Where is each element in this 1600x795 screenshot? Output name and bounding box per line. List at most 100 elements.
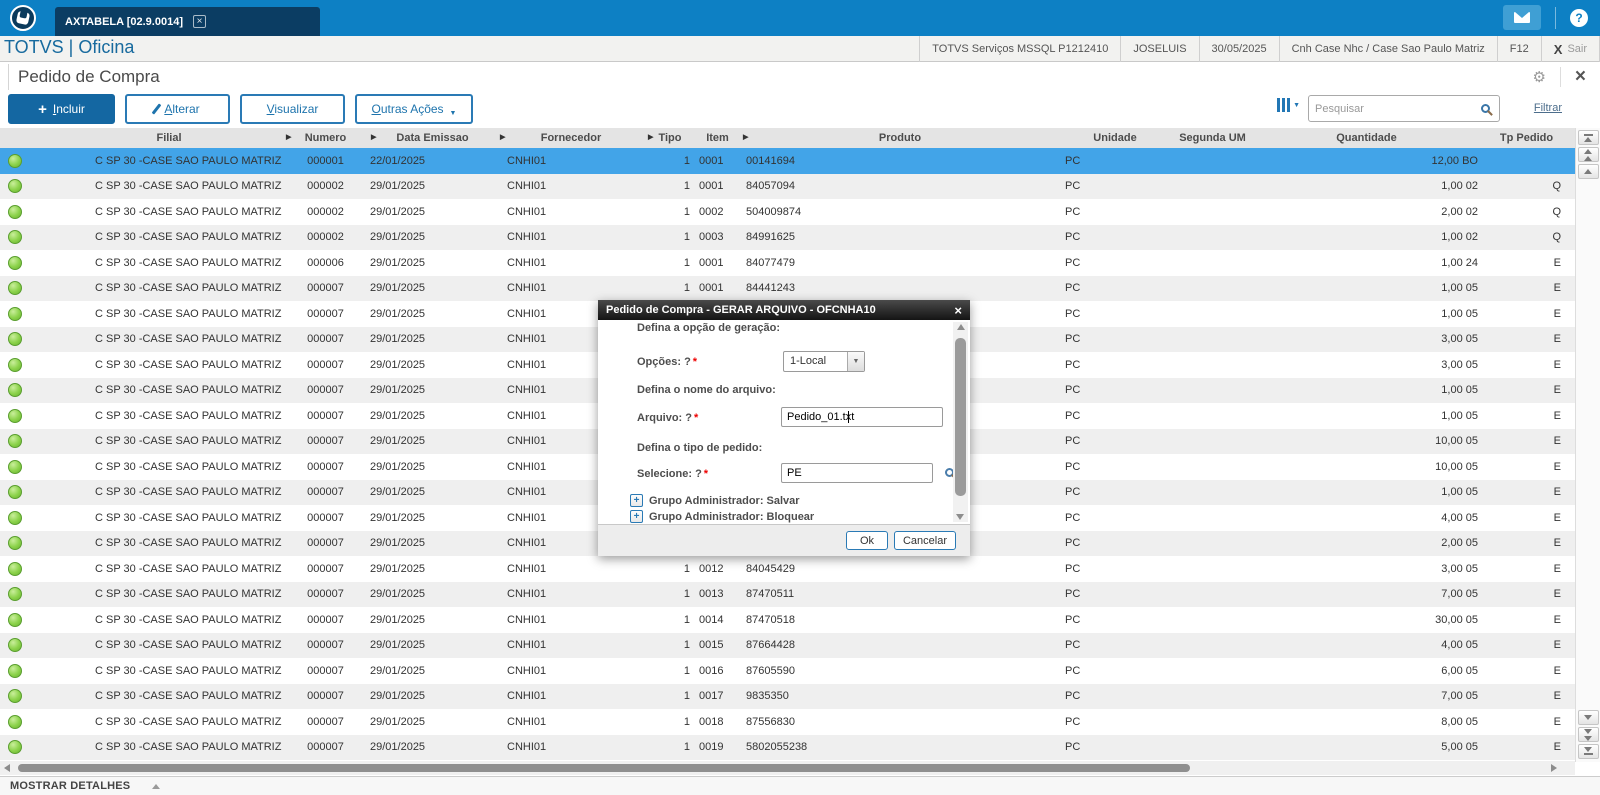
column-header-status[interactable]	[0, 128, 55, 148]
tree-item-salvar[interactable]: + Grupo Administrador: Salvar	[630, 494, 800, 507]
expand-details-icon[interactable]	[152, 783, 161, 789]
search-input[interactable]	[1309, 102, 1481, 115]
table-row[interactable]: C SP 30 -CASE SAO PAULO MATRIZ 000007 29/0…	[0, 581, 1575, 607]
visualizar-button[interactable]: Visualizar	[240, 94, 345, 124]
column-header-item[interactable]: Item	[695, 128, 740, 148]
scroll-up-icon[interactable]	[956, 324, 965, 330]
cell-qtd: 1,00 02	[1441, 180, 1478, 193]
cell-numero: 000007	[307, 715, 344, 728]
table-row[interactable]: C SP 30 -CASE SAO PAULO MATRIZ 000002 29/0…	[0, 199, 1575, 225]
column-header-tp[interactable]: Tp Pedido	[1478, 128, 1575, 148]
pencil-icon	[151, 103, 162, 115]
outras-acoes-button[interactable]: Outras Ações ▼	[355, 94, 473, 124]
cell-tp: Q	[1552, 180, 1561, 193]
scroll-to-bottom-button[interactable]	[1577, 744, 1599, 759]
status-green-icon	[8, 255, 22, 270]
table-row[interactable]: C SP 30 -CASE SAO PAULO MATRIZ 000007 29/0…	[0, 683, 1575, 709]
mostrar-detalhes-button[interactable]: MOSTRAR DETALHES	[10, 780, 130, 792]
cancelar-button[interactable]: Cancelar	[893, 531, 956, 550]
column-header-numero[interactable]: ▶ Numero	[283, 128, 368, 148]
dialog-title: Pedido de Compra - GERAR ARQUIVO - OFCNH…	[606, 304, 876, 316]
fkey-badge[interactable]: F12	[1496, 36, 1541, 62]
cell-tp: E	[1553, 384, 1561, 397]
cell-status	[0, 485, 55, 500]
column-header-produto[interactable]: ▶ Produto	[740, 128, 1060, 148]
arquivo-input[interactable]	[781, 407, 943, 427]
cell-status	[0, 638, 55, 653]
column-header-data[interactable]: ▶ Data Emissao	[368, 128, 497, 148]
horizontal-scroll-thumb[interactable]	[18, 764, 1190, 772]
cell-qtd: 3,00 05	[1441, 333, 1478, 346]
table-row[interactable]: C SP 30 -CASE SAO PAULO MATRIZ 000007 29/0…	[0, 275, 1575, 301]
sort-arrow-icon[interactable]: ▶	[743, 128, 748, 148]
search-icon[interactable]	[1481, 104, 1490, 113]
sort-arrow-icon[interactable]: ▶	[648, 128, 653, 148]
incluir-button[interactable]: + Incluir	[8, 94, 115, 124]
cell-qtd: 4,00 05	[1441, 511, 1478, 524]
grid-horizontal-scrollbar[interactable]	[0, 761, 1575, 775]
select-dropdown-button[interactable]: ▼	[847, 352, 864, 371]
cell-filial: C SP 30 -CASE SAO PAULO MATRIZ	[95, 613, 282, 626]
table-row[interactable]: C SP 30 -CASE SAO PAULO MATRIZ 000001 22/0…	[0, 148, 1575, 174]
column-selector-button[interactable]: ▼	[1277, 98, 1300, 112]
dialog-close-icon[interactable]: ×	[954, 303, 962, 318]
column-header-qtd[interactable]: Quantidade	[1255, 128, 1478, 148]
tree-item-bloquear[interactable]: + Grupo Administrador: Bloquear	[630, 510, 814, 523]
selecione-input[interactable]	[781, 463, 933, 483]
mail-button[interactable]	[1503, 5, 1541, 30]
scroll-down-icon[interactable]	[956, 514, 964, 520]
exit-button[interactable]: X Sair	[1540, 36, 1600, 62]
dialog-scrollbar[interactable]	[953, 322, 968, 522]
scroll-to-top-button[interactable]	[1577, 130, 1599, 145]
sort-arrow-icon[interactable]: ▶	[371, 128, 376, 148]
column-header-seg[interactable]: Segunda UM	[1170, 128, 1255, 148]
table-row[interactable]: C SP 30 -CASE SAO PAULO MATRIZ 000007 29/0…	[0, 734, 1575, 760]
column-header-un[interactable]: Unidade	[1060, 128, 1170, 148]
gear-icon[interactable]: ⚙	[1532, 68, 1545, 86]
table-row[interactable]: C SP 30 -CASE SAO PAULO MATRIZ 000007 29/0…	[0, 632, 1575, 658]
tab-close-icon[interactable]: ×	[192, 15, 206, 28]
dialog-title-bar[interactable]: Pedido de Compra - GERAR ARQUIVO - OFCNH…	[598, 300, 970, 320]
alterar-button[interactable]: Alterar	[125, 94, 230, 124]
help-icon[interactable]: ?	[1570, 8, 1588, 27]
cell-numero: 000007	[307, 307, 344, 320]
table-row[interactable]: C SP 30 -CASE SAO PAULO MATRIZ 000007 29/0…	[0, 556, 1575, 582]
table-row[interactable]: C SP 30 -CASE SAO PAULO MATRIZ 000002 29/0…	[0, 224, 1575, 250]
cell-produto: 87556830	[746, 715, 795, 728]
cell-produto: 504009874	[746, 205, 802, 218]
cell-item: 0018	[699, 715, 724, 728]
page-up-button[interactable]	[1577, 147, 1599, 162]
scroll-left-icon[interactable]	[4, 764, 10, 772]
sort-arrow-icon[interactable]: ▶	[500, 128, 505, 148]
grid-vertical-scrollbar[interactable]	[1575, 128, 1600, 762]
scroll-right-icon[interactable]	[1551, 764, 1557, 772]
cell-item: 0017	[699, 690, 724, 703]
expand-plus-icon[interactable]: +	[630, 494, 643, 507]
column-header-filial[interactable]: Filial	[55, 128, 283, 148]
ok-button[interactable]: Ok	[845, 531, 888, 550]
opcoes-select[interactable]: 1-Local ▼	[783, 351, 865, 372]
line-up-button[interactable]	[1577, 164, 1599, 179]
cell-filial: C SP 30 -CASE SAO PAULO MATRIZ	[95, 256, 282, 269]
cell-qtd: 4,00 05	[1441, 639, 1478, 652]
dialog-scroll-thumb[interactable]	[955, 338, 966, 496]
table-row[interactable]: C SP 30 -CASE SAO PAULO MATRIZ 000007 29/0…	[0, 709, 1575, 735]
cell-tipo: 1	[683, 256, 690, 269]
filtrar-link[interactable]: Filtrar	[1534, 102, 1562, 114]
page-down-button[interactable]	[1577, 727, 1599, 742]
cell-status	[0, 230, 55, 245]
table-row[interactable]: C SP 30 -CASE SAO PAULO MATRIZ 000006 29/0…	[0, 250, 1575, 276]
cell-un: PC	[1065, 180, 1081, 193]
cell-tp: E	[1553, 562, 1561, 575]
page-close-icon[interactable]: ×	[1575, 67, 1586, 86]
table-row[interactable]: C SP 30 -CASE SAO PAULO MATRIZ 000002 29/0…	[0, 173, 1575, 199]
column-header-forn[interactable]: ▶ Fornecedor	[497, 128, 645, 148]
table-row[interactable]: C SP 30 -CASE SAO PAULO MATRIZ 000007 29/0…	[0, 607, 1575, 633]
pagehead-separator	[1559, 67, 1561, 87]
program-tab[interactable]: AXTABELA [02.9.0014] ×	[55, 7, 320, 36]
expand-plus-icon[interactable]: +	[630, 510, 643, 523]
line-down-button[interactable]	[1577, 710, 1599, 725]
table-row[interactable]: C SP 30 -CASE SAO PAULO MATRIZ 000007 29/0…	[0, 658, 1575, 684]
column-header-tipo[interactable]: ▶ Tipo	[645, 128, 695, 148]
sort-arrow-icon[interactable]: ▶	[286, 128, 291, 148]
